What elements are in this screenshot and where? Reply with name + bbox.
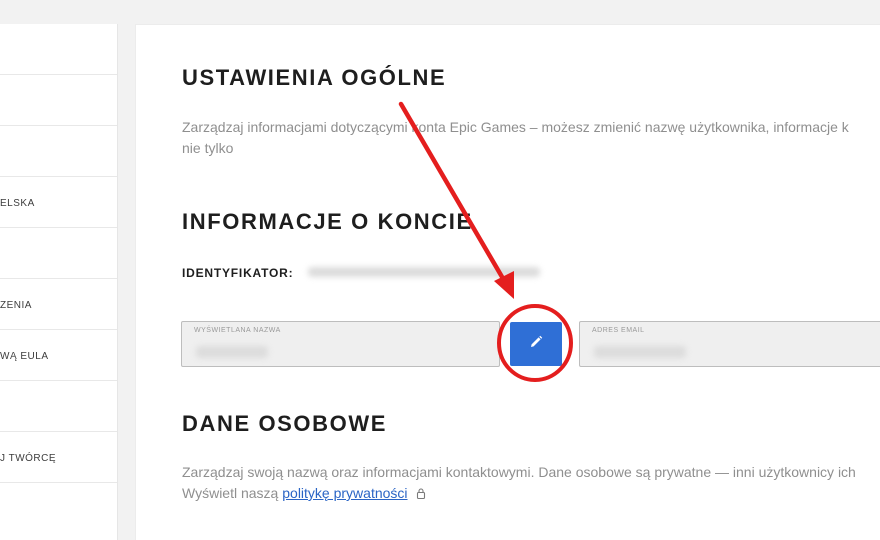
privacy-policy-link[interactable]: politykę prywatności [282,485,407,501]
sidebar-item-label: J TWÓRCĘ [0,453,57,464]
personal-data-description-line1: Zarządzaj swoją nazwą oraz informacjami … [182,464,856,480]
sidebar-item-label: ZENIA [0,300,32,311]
sidebar-item[interactable] [0,75,117,126]
email-field[interactable]: ADRES EMAIL [579,321,880,367]
email-value-redacted [594,346,686,358]
edit-display-name-button[interactable] [510,322,562,366]
sidebar-item-support-creator[interactable]: J TWÓRCĘ [0,432,117,483]
general-settings-description-line1: Zarządzaj informacjami dotyczącymi konta… [182,119,849,135]
display-name-field[interactable]: WYŚWIETLANA NAZWA [181,321,500,367]
personal-data-description-line2: Wyświetl naszą politykę prywatności [182,483,426,505]
pencil-icon [529,335,543,354]
sidebar-item-devices[interactable]: ZENIA [0,279,117,330]
display-name-value-redacted [196,346,268,358]
privacy-prefix-text: Wyświetl naszą [182,485,283,501]
sidebar-item[interactable] [0,228,117,279]
sidebar-item-label: WĄ EULA [0,351,49,362]
settings-sidebar: ELSKA ZENIA WĄ EULA J TWÓRCĘ [0,24,118,540]
sidebar-item[interactable] [0,24,117,75]
email-label: ADRES EMAIL [592,327,645,334]
account-info-title: INFORMACJE O KONCIE [182,209,473,234]
epic-account-settings-page: ELSKA ZENIA WĄ EULA J TWÓRCĘ USTAWIENIA … [0,0,880,540]
account-id-value-redacted [308,267,540,277]
lock-icon [416,484,426,505]
account-id-label: IDENTYFIKATOR: [182,266,294,280]
general-settings-description-line2: nie tylko [182,140,234,156]
general-settings-title: USTAWIENIA OGÓLNE [182,65,447,90]
sidebar-item[interactable] [0,381,117,432]
sidebar-item-eula[interactable]: WĄ EULA [0,330,117,381]
sidebar-item-label: ELSKA [0,198,35,209]
sidebar-item[interactable] [0,126,117,177]
display-name-label: WYŚWIETLANA NAZWA [194,327,281,334]
settings-main-panel: USTAWIENIA OGÓLNE Zarządzaj informacjami… [135,24,880,540]
personal-data-title: DANE OSOBOWE [182,411,387,436]
sidebar-item-parental[interactable]: ELSKA [0,177,117,228]
